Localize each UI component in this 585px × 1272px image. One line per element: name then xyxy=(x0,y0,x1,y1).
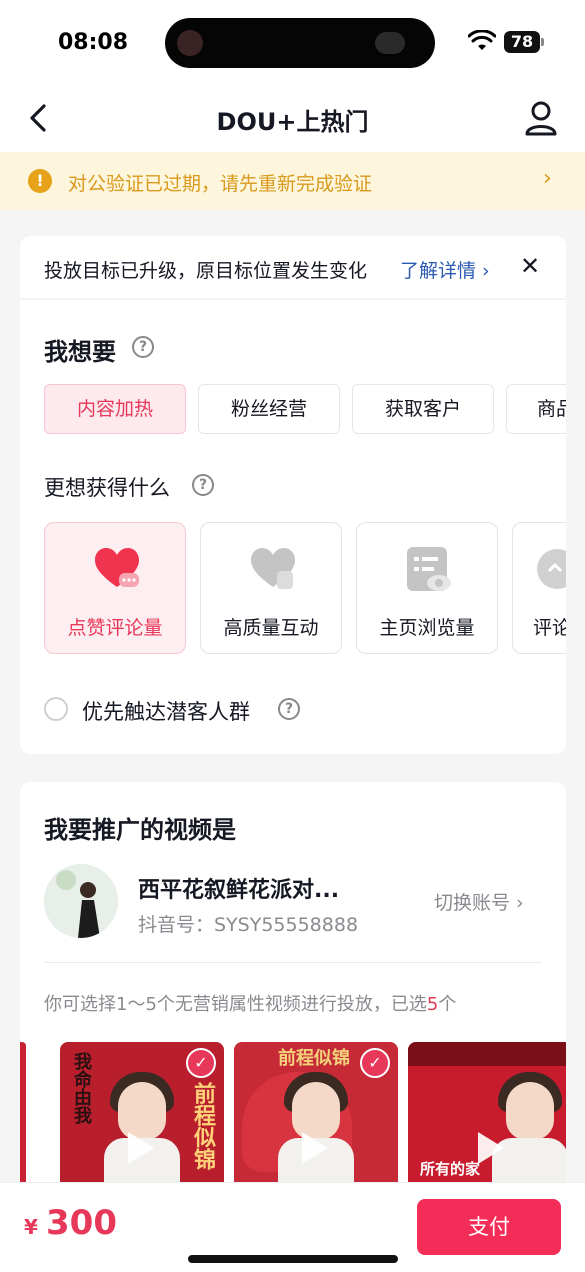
want-title: 我想要 xyxy=(44,338,116,366)
priority-label[interactable]: 优先触达潜客人群 xyxy=(82,696,250,726)
video-thumbnail-partial[interactable] xyxy=(20,1042,26,1202)
comment-icon xyxy=(537,549,566,589)
help-icon[interactable]: ? xyxy=(278,698,300,720)
chevron-right-icon: › xyxy=(543,166,552,191)
dou-plus-page: 08:08 78 DOU+上热门 ! 对公验证已过期，请先重新完成验证 › 投放… xyxy=(0,0,585,1272)
video-selection-hint: 你可选择1～5个无营销属性视频进行投放，已选5个 xyxy=(44,994,457,1015)
promote-video-card: 我要推广的视频是 西平花叙鲜花派对... 抖音号：SYSY55558888 切换… xyxy=(20,782,566,1202)
goal-label: 主页浏览量 xyxy=(379,617,475,639)
goal-comments[interactable]: 评论 xyxy=(512,522,566,654)
dynamic-island xyxy=(165,18,435,68)
account-id: 抖音号：SYSY55558888 xyxy=(138,914,359,936)
video-thumbnail[interactable]: 前程似锦 ✓ xyxy=(234,1042,398,1202)
play-icon xyxy=(302,1132,328,1164)
option-get-customers[interactable]: 获取客户 xyxy=(352,384,494,434)
help-icon[interactable]: ? xyxy=(132,336,154,358)
priority-radio[interactable] xyxy=(44,697,68,721)
notice-text: 投放目标已升级，原目标位置发生变化 xyxy=(44,260,368,282)
selected-count: 5 xyxy=(426,994,439,1015)
option-fan-management[interactable]: 粉丝经营 xyxy=(198,384,340,434)
close-icon[interactable]: ✕ xyxy=(520,252,540,280)
goals-title: 更想获得什么 xyxy=(44,476,170,500)
page-title: DOU+上热门 xyxy=(216,108,369,136)
avatar-image xyxy=(44,864,118,938)
switch-account-button[interactable]: 切换账号 › xyxy=(434,888,524,915)
option-products[interactable]: 商品 xyxy=(506,384,566,434)
play-icon xyxy=(478,1132,504,1164)
goal-card: 投放目标已升级，原目标位置发生变化 了解详情 › ✕ 我想要 ? 内容加热 粉丝… xyxy=(20,236,566,754)
goal-label: 高质量互动 xyxy=(223,617,319,639)
user-icon[interactable] xyxy=(524,98,558,138)
status-time: 08:08 xyxy=(58,30,129,55)
option-content-boost[interactable]: 内容加热 xyxy=(44,384,186,434)
checked-icon[interactable]: ✓ xyxy=(360,1048,390,1078)
video-thumbnail[interactable]: 所有的家 xyxy=(408,1042,566,1202)
wifi-icon xyxy=(468,30,496,50)
heart-chat-icon xyxy=(95,548,139,587)
home-indicator xyxy=(188,1255,398,1263)
divider xyxy=(44,962,542,963)
upgrade-notice: 投放目标已升级，原目标位置发生变化 了解详情 › ✕ xyxy=(20,236,566,300)
goal-label: 评论 xyxy=(533,617,566,639)
goal-quality-interaction[interactable]: 高质量互动 xyxy=(200,522,342,654)
battery-icon: 78 xyxy=(504,31,540,53)
warning-text: 对公验证已过期，请先重新完成验证 xyxy=(68,173,373,195)
warning-icon: ! xyxy=(28,169,52,193)
account-name: 西平花叙鲜花派对... xyxy=(138,878,340,903)
help-icon[interactable]: ? xyxy=(192,474,214,496)
avatar xyxy=(44,864,118,938)
profile-card-icon xyxy=(407,547,451,591)
learn-more-link[interactable]: 了解详情 › xyxy=(400,256,490,283)
checkout-bar: ¥ 300 支付 xyxy=(0,1182,585,1272)
video-caption: 所有的家 xyxy=(420,1160,481,1178)
checked-icon[interactable]: ✓ xyxy=(186,1048,216,1078)
nav-bar: DOU+上热门 xyxy=(0,84,585,152)
goal-likes-comments[interactable]: 点赞评论量 xyxy=(44,522,186,654)
video-caption: 前程似锦 xyxy=(190,1082,215,1170)
goal-profile-views[interactable]: 主页浏览量 xyxy=(356,522,498,654)
video-caption: 前程似锦 xyxy=(278,1048,350,1069)
price-value: 300 xyxy=(46,1203,117,1243)
promote-title: 我要推广的视频是 xyxy=(44,816,236,844)
play-icon xyxy=(128,1132,154,1164)
pay-button[interactable]: 支付 xyxy=(417,1199,561,1255)
heart-hand-icon xyxy=(251,548,295,589)
currency-symbol: ¥ xyxy=(24,1215,38,1239)
video-thumbnail[interactable]: 我命由我 前程似锦 ✓ xyxy=(60,1042,224,1202)
goal-label: 点赞评论量 xyxy=(67,617,163,639)
status-bar: 08:08 78 xyxy=(0,0,585,84)
verification-warning-banner[interactable]: ! 对公验证已过期，请先重新完成验证 › xyxy=(0,152,585,210)
